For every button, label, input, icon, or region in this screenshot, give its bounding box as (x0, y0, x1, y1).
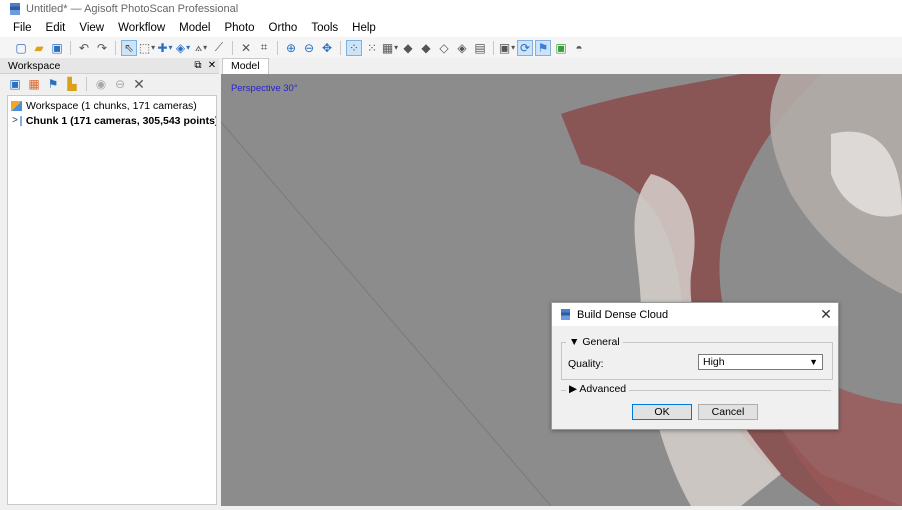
view-mode-label: Perspective 30° (231, 83, 298, 94)
markers-icon[interactable]: ⚑ (535, 39, 551, 56)
toolbar-separator (277, 40, 278, 55)
save-icon[interactable]: ▣ (50, 41, 64, 55)
menu-model[interactable]: Model (172, 22, 217, 34)
close-pane-icon[interactable]: ✕ (205, 60, 219, 71)
toolbar-separator (86, 77, 87, 91)
title-bar: Untitled* — Agisoft PhotoScan Profession… (0, 0, 902, 18)
rect-select-icon[interactable]: ⬚ (139, 41, 154, 55)
dropdown-arrow-icon: ▼ (809, 357, 818, 367)
shaded-icon[interactable]: ◆ (401, 41, 415, 55)
tree-chunk-label: Chunk 1 (171 cameras, 305,543 points) (25, 114, 216, 127)
main-toolbar: ▢ ▰ ▣ ↶ ↷ ⇖ ⬚ ✚ ◈ ⟑ ⟋ ✕ ⌗ ⊕ ⊖ ✥ ⁘ ⁙ ▦ ◆ … (0, 37, 902, 58)
menu-file[interactable]: File (6, 22, 39, 34)
menu-ortho[interactable]: Ortho (262, 22, 305, 34)
advanced-toggle[interactable]: ▶ Advanced (566, 383, 630, 395)
delete-icon[interactable]: ✕ (239, 41, 253, 55)
show-cameras-icon[interactable]: ⟳ (517, 39, 533, 56)
workspace-icon (11, 100, 22, 111)
menu-bar: File Edit View Workflow Model Photo Orth… (0, 18, 902, 37)
undo-icon[interactable]: ↶ (77, 41, 91, 55)
point-cloud-view (221, 74, 902, 506)
menu-help[interactable]: Help (345, 22, 383, 34)
dialog-title-bar: Build Dense Cloud ✕ (552, 303, 838, 326)
tab-model[interactable]: Model (222, 58, 269, 74)
remove-icon[interactable]: ✕ (132, 76, 146, 92)
build-dense-cloud-dialog: Build Dense Cloud ✕ ▼ General Quality: H… (551, 302, 839, 430)
menu-photo[interactable]: Photo (217, 22, 261, 34)
menu-edit[interactable]: Edit (39, 22, 73, 34)
move-icon[interactable]: ✥ (320, 41, 334, 55)
points-icon[interactable]: ⁘ (346, 39, 362, 56)
region-icon[interactable]: ▣ (554, 41, 568, 55)
tree-chunk[interactable]: > Chunk 1 (171 cameras, 305,543 points) (8, 113, 216, 128)
toolbar-separator (340, 40, 341, 55)
chevron-right-icon: ▶ (569, 383, 580, 395)
general-label: General (582, 336, 620, 348)
workspace-header: Workspace ⧉ ✕ (0, 58, 219, 74)
add-folder-icon[interactable]: ▙ (65, 77, 79, 91)
enable-icon[interactable]: ◉ (94, 77, 108, 91)
tree-root-label: Workspace (1 chunks, 171 cameras) (26, 99, 197, 112)
open-icon[interactable]: ▰ (32, 41, 46, 55)
dem-icon[interactable]: ▤ (473, 41, 487, 55)
chunk-icon (19, 115, 22, 126)
navigate-icon[interactable]: ✚ (157, 41, 172, 55)
menu-tools[interactable]: Tools (304, 22, 345, 34)
add-photos-icon[interactable]: ▦ (27, 77, 41, 91)
add-marker-icon[interactable]: ⚑ (46, 77, 60, 91)
add-chunk-icon[interactable]: ▣ (8, 77, 22, 91)
tree-root[interactable]: Workspace (1 chunks, 171 cameras) (8, 98, 216, 113)
solid-icon[interactable]: ◆ (419, 41, 433, 55)
toolbar-separator (232, 40, 233, 55)
chevron-right-icon[interactable]: > (12, 115, 18, 126)
dense-icon[interactable]: ⁙ (365, 41, 379, 55)
app-icon (10, 3, 20, 15)
zoom-in-icon[interactable]: ⊕ (284, 41, 298, 55)
zoom-out-icon[interactable]: ⊖ (302, 41, 316, 55)
draw-icon[interactable]: ⟋ (212, 40, 226, 55)
redo-icon[interactable]: ↷ (95, 41, 109, 55)
app-icon (561, 309, 570, 320)
general-toggle[interactable]: ▼ General (566, 336, 623, 348)
quality-label: Quality: (568, 358, 604, 370)
rotate-object-icon[interactable]: ◈ (176, 41, 190, 55)
window-title: Untitled* — Agisoft PhotoScan Profession… (26, 3, 239, 15)
wireframe-icon[interactable]: ◇ (437, 41, 451, 55)
workspace-toolbar: ▣ ▦ ⚑ ▙ ◉ ⊖ ✕ (0, 74, 219, 94)
grid-line (221, 121, 552, 506)
cloud-spec (491, 270, 561, 284)
disable-icon[interactable]: ⊖ (113, 77, 127, 91)
float-pane-icon[interactable]: ⧉ (191, 60, 205, 71)
cameras-icon[interactable]: ▣ (499, 41, 514, 55)
menu-view[interactable]: View (72, 22, 111, 34)
select-icon[interactable]: ⇖ (121, 39, 137, 56)
model-tabbar: Model (221, 58, 902, 74)
trackball-icon[interactable]: ◓ (572, 41, 586, 55)
ruler-icon[interactable]: ⟑ (194, 40, 208, 55)
dialog-title: Build Dense Cloud (577, 308, 669, 321)
workspace-title: Workspace (8, 59, 61, 72)
menu-workflow[interactable]: Workflow (111, 22, 172, 34)
crop-icon[interactable]: ⌗ (257, 40, 271, 55)
toolbar-separator (493, 40, 494, 55)
tiled-icon[interactable]: ▦ (382, 41, 397, 55)
chevron-down-icon: ▼ (569, 336, 583, 348)
model-viewport[interactable]: Perspective 30° (221, 74, 902, 506)
close-icon[interactable]: ✕ (814, 306, 838, 323)
cancel-button[interactable]: Cancel (698, 404, 758, 420)
quality-select[interactable]: High ▼ (698, 354, 823, 370)
quality-value: High (703, 356, 725, 368)
textured-icon[interactable]: ◈ (455, 41, 469, 55)
toolbar-separator (115, 40, 116, 55)
ok-button[interactable]: OK (632, 404, 692, 420)
toolbar-separator (70, 40, 71, 55)
new-icon[interactable]: ▢ (14, 41, 28, 55)
advanced-label: Advanced (579, 383, 627, 395)
workspace-tree: Workspace (1 chunks, 171 cameras) > Chun… (7, 95, 217, 505)
